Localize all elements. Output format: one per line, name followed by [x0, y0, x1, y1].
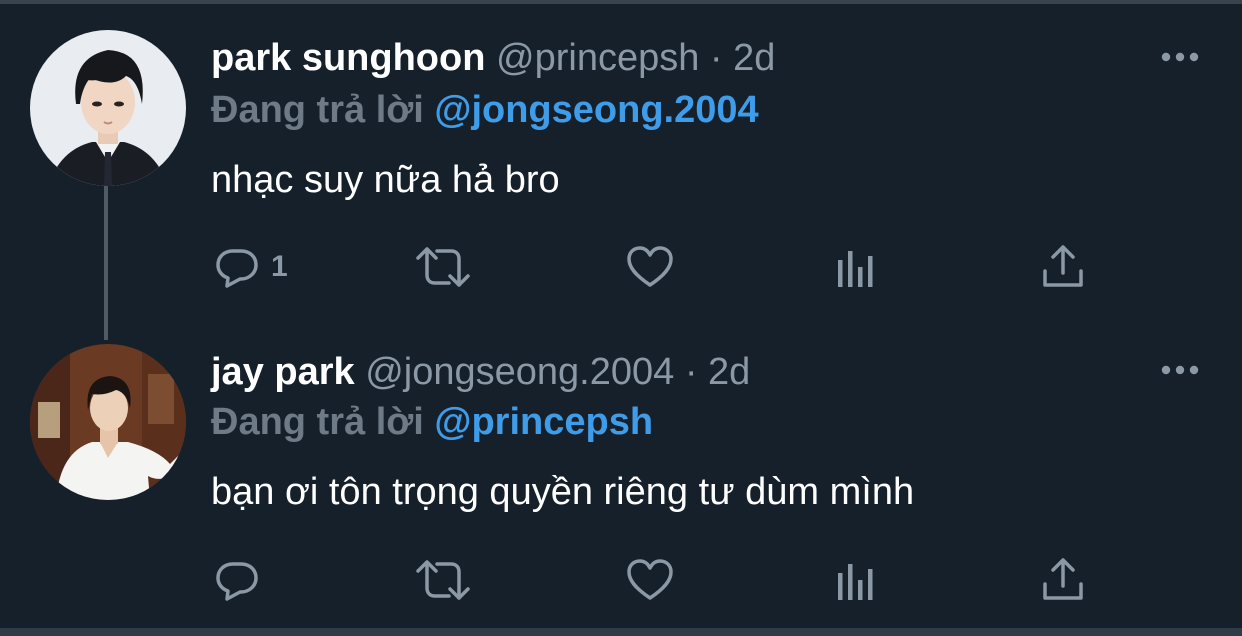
display-name[interactable]: jay park [211, 351, 355, 393]
tweet-text: bạn ơi tôn trọng quyền riêng tư dùm mình [211, 471, 915, 513]
share-button[interactable] [1041, 552, 1085, 608]
bottom-divider [0, 628, 1242, 636]
tweet-actions: 1 [211, 239, 1111, 295]
retweet-icon [415, 556, 471, 604]
retweet-button[interactable] [415, 239, 471, 295]
avatar[interactable] [30, 30, 186, 186]
user-handle[interactable]: @princepsh [496, 37, 699, 79]
share-icon [1041, 556, 1085, 604]
reply-button[interactable]: 1 [213, 239, 288, 295]
avatar-image [30, 30, 186, 186]
reply-icon [213, 243, 261, 291]
replying-to-label: Đang trả lời [211, 89, 424, 131]
tweet-actions [211, 552, 1111, 608]
avatar[interactable] [30, 344, 186, 500]
reply-icon [213, 556, 261, 604]
analytics-icon [835, 243, 877, 291]
analytics-icon [835, 556, 877, 604]
more-options-icon[interactable] [1160, 360, 1200, 380]
like-icon [625, 243, 675, 291]
analytics-button[interactable] [835, 239, 877, 295]
separator-dot: · [709, 37, 723, 79]
display-name[interactable]: park sunghoon [211, 37, 485, 79]
like-button[interactable] [625, 552, 675, 608]
user-handle[interactable]: @jongseong.2004 [365, 351, 674, 393]
retweet-icon [415, 243, 471, 291]
tweet-text: nhạc suy nữa hả bro [211, 159, 560, 201]
like-button[interactable] [625, 239, 675, 295]
replying-to-mention[interactable]: @princepsh [434, 401, 653, 443]
tweet-header: park sunghoon @princepsh · 2d [211, 36, 775, 80]
replying-to: Đang trả lời @princepsh [211, 400, 653, 444]
analytics-button[interactable] [835, 552, 877, 608]
share-icon [1041, 243, 1085, 291]
tweet-card[interactable]: park sunghoon @princepsh · 2d Đang trả l… [0, 0, 1242, 320]
tweet-card[interactable]: jay park @jongseong.2004 · 2d Đang trả l… [0, 320, 1242, 628]
replying-to-label: Đang trả lời [211, 401, 424, 443]
separator-dot: · [684, 351, 698, 393]
tweet-header: jay park @jongseong.2004 · 2d [211, 350, 750, 394]
reply-button[interactable] [213, 552, 271, 608]
more-options-icon[interactable] [1160, 47, 1200, 67]
avatar-image [30, 344, 186, 500]
retweet-button[interactable] [415, 552, 471, 608]
replying-to: Đang trả lời @jongseong.2004 [211, 88, 759, 132]
timestamp[interactable]: 2d [733, 37, 775, 79]
like-icon [625, 556, 675, 604]
timestamp[interactable]: 2d [708, 351, 750, 393]
reply-count: 1 [271, 250, 288, 283]
share-button[interactable] [1041, 239, 1085, 295]
replying-to-mention[interactable]: @jongseong.2004 [434, 89, 758, 131]
